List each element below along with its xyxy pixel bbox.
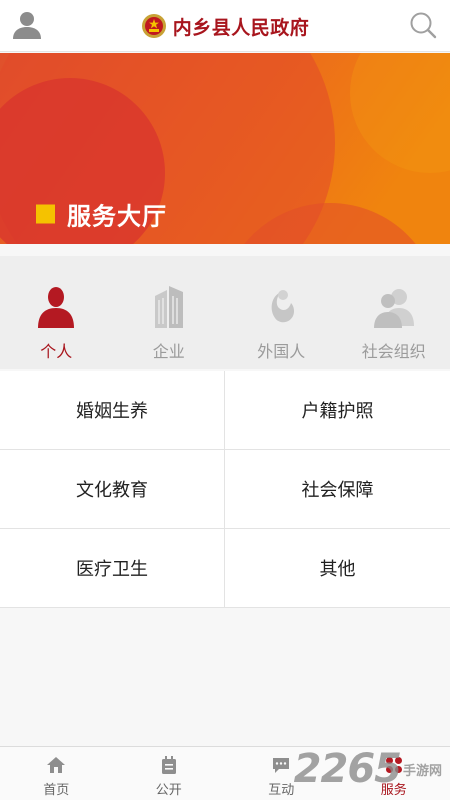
service-social-security[interactable]: 社会保障 bbox=[225, 450, 450, 528]
bottom-tab-bar: 首页 公开 互动 服务 bbox=[0, 746, 450, 800]
service-hall-banner: 服务大厅 bbox=[0, 53, 450, 244]
group-icon bbox=[373, 289, 414, 328]
tab-interact[interactable]: 互动 bbox=[225, 747, 338, 800]
category-label: 外国人 bbox=[257, 342, 306, 361]
search-icon[interactable] bbox=[404, 6, 442, 44]
category-label: 个人 bbox=[40, 342, 73, 361]
building-icon bbox=[154, 286, 183, 328]
category-label: 企业 bbox=[152, 342, 185, 361]
tab-label: 互动 bbox=[268, 783, 295, 798]
category-social-org[interactable]: 社会组织 bbox=[338, 256, 450, 369]
national-emblem-icon bbox=[141, 14, 166, 38]
category-label: 社会组织 bbox=[361, 342, 426, 361]
service-grid-icon bbox=[385, 757, 402, 773]
category-personal[interactable]: 个人 bbox=[0, 256, 113, 369]
chat-icon bbox=[273, 758, 290, 773]
service-grid: 婚姻生养 户籍护照 文化教育 社会保障 医疗卫生 其他 bbox=[0, 371, 450, 608]
tab-service[interactable]: 服务 bbox=[338, 747, 450, 800]
person-icon bbox=[38, 287, 75, 328]
tab-label: 公开 bbox=[155, 783, 182, 798]
foreigner-icon bbox=[271, 290, 295, 323]
banner-label: 服务大厅 bbox=[36, 197, 167, 232]
service-culture-education[interactable]: 文化教育 bbox=[0, 450, 224, 528]
service-medical-health[interactable]: 医疗卫生 bbox=[0, 529, 224, 607]
service-marriage-birth[interactable]: 婚姻生养 bbox=[0, 371, 224, 449]
banner-accent-square bbox=[36, 204, 55, 224]
category-enterprise[interactable]: 企业 bbox=[113, 256, 226, 369]
tab-home[interactable]: 首页 bbox=[0, 747, 113, 800]
service-household-passport[interactable]: 户籍护照 bbox=[225, 371, 450, 449]
banner-title: 服务大厅 bbox=[67, 202, 167, 231]
category-foreigner[interactable]: 外国人 bbox=[225, 256, 338, 369]
app-title: 内乡县人民政府 bbox=[172, 16, 310, 39]
service-other[interactable]: 其他 bbox=[225, 529, 450, 607]
tab-label: 服务 bbox=[380, 783, 407, 798]
tab-label: 首页 bbox=[43, 783, 70, 798]
calendar-icon bbox=[161, 756, 176, 774]
top-header: 内乡县人民政府 bbox=[0, 0, 450, 52]
home-icon bbox=[47, 757, 66, 773]
tab-public[interactable]: 公开 bbox=[113, 747, 226, 800]
category-tabs: 个人 企业 外国人 社会组织 bbox=[0, 256, 450, 369]
